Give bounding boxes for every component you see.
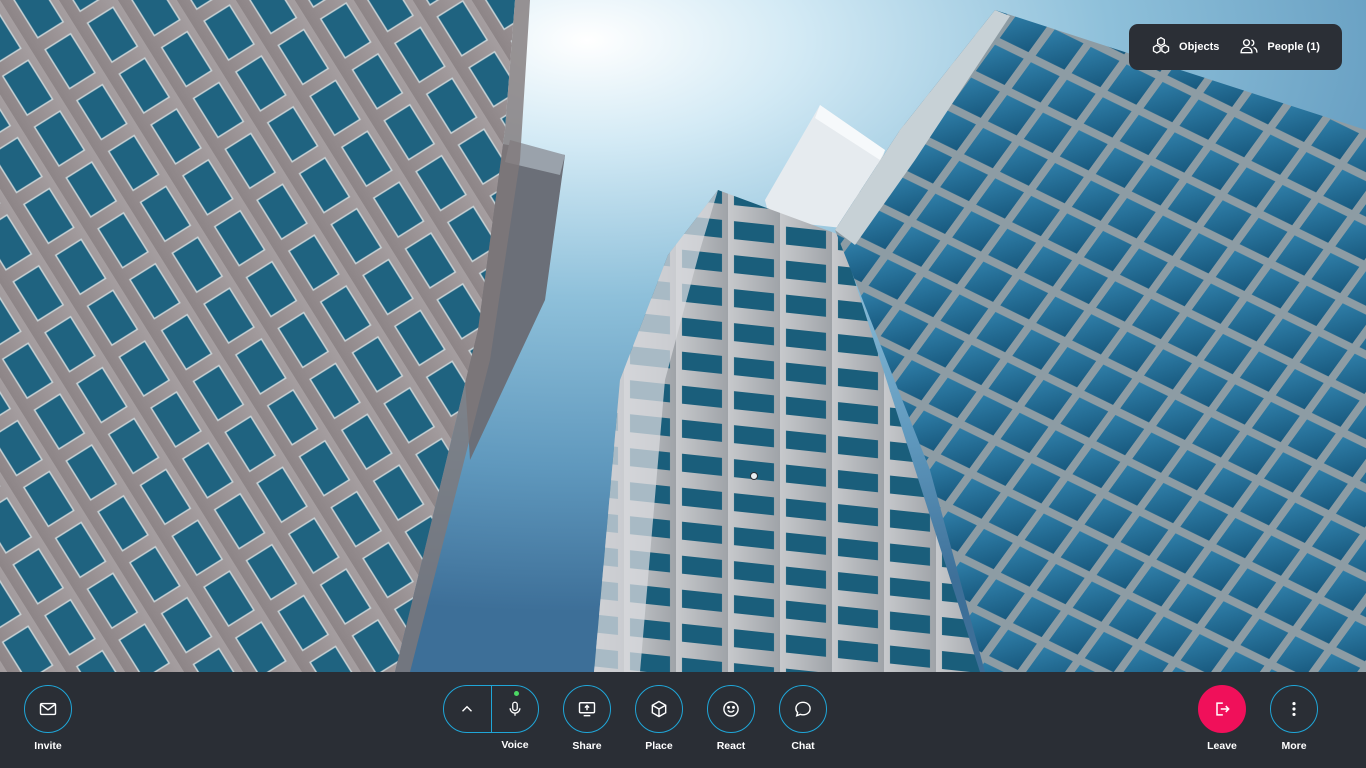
mic-status-dot — [513, 691, 519, 696]
place-circle[interactable] — [635, 685, 683, 733]
3d-viewport[interactable] — [0, 0, 1366, 672]
chat-button[interactable]: Chat — [773, 685, 833, 752]
envelope-icon — [39, 702, 57, 716]
place-button[interactable]: Place — [629, 685, 689, 752]
more-circle[interactable] — [1270, 685, 1318, 733]
react-circle[interactable] — [707, 685, 755, 733]
leave-circle[interactable] — [1198, 685, 1246, 733]
leave-label: Leave — [1207, 740, 1237, 752]
voice-expand-button[interactable] — [444, 686, 491, 732]
people-icon — [1239, 36, 1259, 59]
microphone-icon — [509, 701, 521, 716]
react-button[interactable]: React — [701, 685, 761, 752]
exit-icon — [1216, 702, 1230, 716]
cube-icon — [651, 700, 667, 718]
voice-control — [443, 685, 539, 733]
chat-circle[interactable] — [779, 685, 827, 733]
people-label: People (1) — [1267, 41, 1320, 53]
more-label: More — [1281, 740, 1307, 752]
people-button[interactable]: People (1) — [1239, 36, 1320, 59]
invite-circle[interactable] — [24, 685, 72, 733]
chat-bubble-icon — [795, 701, 811, 717]
react-label: React — [716, 740, 746, 752]
center-reticle — [750, 472, 758, 480]
screen-share-icon — [578, 702, 596, 717]
chevron-up-icon — [462, 705, 473, 712]
objects-button[interactable]: Objects — [1151, 36, 1219, 59]
cubes-icon — [1151, 36, 1171, 59]
top-right-panel: Objects People (1) — [1129, 24, 1342, 70]
share-button[interactable]: Share — [557, 685, 617, 752]
more-vertical-icon — [1292, 702, 1296, 716]
voice-label: Voice — [501, 739, 529, 751]
share-circle[interactable] — [563, 685, 611, 733]
more-button[interactable]: More — [1264, 685, 1324, 752]
mic-toggle-button[interactable] — [490, 686, 538, 732]
leave-button[interactable]: Leave — [1192, 685, 1252, 752]
chat-label: Chat — [791, 740, 815, 752]
place-label: Place — [645, 740, 673, 752]
invite-label: Invite — [34, 740, 62, 752]
invite-button[interactable]: Invite — [18, 685, 78, 752]
smiley-icon — [723, 701, 739, 717]
share-label: Share — [572, 740, 602, 752]
objects-label: Objects — [1179, 41, 1220, 53]
